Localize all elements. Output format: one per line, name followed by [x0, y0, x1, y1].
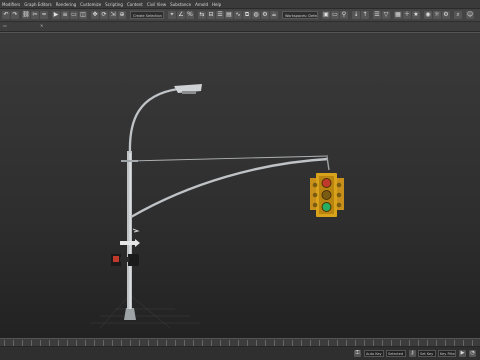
- bind-icon[interactable]: ≈: [40, 11, 48, 19]
- ribbon-toggle-icon[interactable]: ▭: [3, 23, 7, 28]
- move-icon[interactable]: ✥: [91, 11, 99, 19]
- search-icon[interactable]: ⌕: [454, 11, 462, 19]
- snap-icon[interactable]: ⌖: [168, 11, 176, 19]
- key-filters-button[interactable]: Key Filters...: [438, 350, 456, 357]
- ground-grid: [90, 294, 200, 329]
- span-cable: [129, 155, 329, 162]
- place-icon[interactable]: ⊕: [118, 11, 126, 19]
- rotate-icon[interactable]: ⟳: [100, 11, 108, 19]
- curve-editor-icon[interactable]: ∿: [234, 11, 242, 19]
- rect-select-icon[interactable]: ▭: [70, 11, 78, 19]
- amber-lamp: [321, 190, 332, 200]
- undo-icon[interactable]: ↶: [2, 11, 10, 19]
- red-lamp: [321, 178, 332, 188]
- small-bracket: [132, 228, 140, 233]
- user-icon[interactable]: ☺: [466, 11, 474, 19]
- key-mode-icon[interactable]: ⚿: [354, 350, 361, 357]
- pedestrian-signal: [111, 254, 139, 266]
- set-key-button[interactable]: Set Key: [418, 350, 436, 357]
- set-key-icon[interactable]: ⚷: [409, 350, 416, 357]
- menu-item-graph-editors[interactable]: Graph Editors: [24, 0, 51, 8]
- window-crossing-icon[interactable]: ◫: [79, 11, 87, 19]
- schematic-icon[interactable]: ⧉: [243, 11, 251, 19]
- material-editor-icon[interactable]: ◍: [252, 11, 260, 19]
- camera-icon[interactable]: ◉: [424, 11, 432, 19]
- menu-item-help[interactable]: Help: [212, 0, 221, 8]
- ribbon-bar: ▭ ×: [0, 22, 480, 32]
- layers-icon[interactable]: ☰: [216, 11, 224, 19]
- perspective-viewport[interactable]: [0, 32, 480, 340]
- green-lamp: [321, 202, 332, 212]
- selected-dropdown[interactable]: Selected: [386, 350, 406, 357]
- timeline-slider[interactable]: [0, 338, 480, 346]
- traffic-light-scene: [90, 84, 344, 329]
- main-toolbar: ↶ ↷ ⛓ ✂ ≈ ▶ ≡ ▭ ◫ ✥ ⟳ ⇲ ⊕ Create Selecti…: [0, 9, 480, 22]
- play-icon[interactable]: ▶: [459, 350, 466, 357]
- unlink-icon[interactable]: ✂: [31, 11, 39, 19]
- settings-icon[interactable]: ⚙: [442, 11, 450, 19]
- menu-item-customize[interactable]: Customize: [80, 0, 101, 8]
- plus-icon[interactable]: ＋: [403, 11, 411, 19]
- menu-item-civil-view[interactable]: Civil View: [147, 0, 166, 8]
- star-icon[interactable]: ★: [412, 11, 420, 19]
- render-icon[interactable]: ☕: [270, 11, 278, 19]
- render-setup-icon[interactable]: ⚙: [261, 11, 269, 19]
- pin-icon[interactable]: ⚲: [340, 11, 348, 19]
- menu-item-rendering[interactable]: Rendering: [56, 0, 76, 8]
- scale-icon[interactable]: ⇲: [109, 11, 117, 19]
- lamp-arm: [128, 87, 179, 154]
- status-bar: ⚿ Auto Key Selected ⚷ Set Key Key Filter…: [0, 346, 480, 360]
- scene-explorer-icon[interactable]: ▤: [225, 11, 233, 19]
- list-icon[interactable]: ☰: [373, 11, 381, 19]
- menu-item-arnold[interactable]: Arnold: [195, 0, 208, 8]
- select-by-name-icon[interactable]: ≡: [61, 11, 69, 19]
- signal-arm: [130, 157, 329, 219]
- select-icon[interactable]: ▶: [52, 11, 60, 19]
- folder-icon[interactable]: ▭: [331, 11, 339, 19]
- menu-item-content[interactable]: Content: [127, 0, 143, 8]
- workspace-dropdown[interactable]: Workspaces: Default: [282, 11, 318, 19]
- menu-item-modifiers[interactable]: Modifiers: [2, 0, 20, 8]
- arrow-up-icon[interactable]: ↑: [361, 11, 369, 19]
- menu-item-substance[interactable]: Substance: [170, 0, 191, 8]
- menu-item-scripting[interactable]: Scripting: [105, 0, 123, 8]
- menu-bar: Modifiers Graph Editors Rendering Custom…: [0, 0, 480, 9]
- traffic-signal: [310, 173, 344, 217]
- align-icon[interactable]: ⊟: [207, 11, 215, 19]
- mirror-icon[interactable]: ⇆: [198, 11, 206, 19]
- ribbon-close-icon[interactable]: ×: [40, 23, 43, 28]
- arrow-down-icon[interactable]: ↓: [352, 11, 360, 19]
- time-config-icon[interactable]: ◔: [469, 350, 476, 357]
- project-icon[interactable]: ▣: [322, 11, 330, 19]
- auto-key-button[interactable]: Auto Key: [364, 350, 384, 357]
- filter-icon[interactable]: ▽: [382, 11, 390, 19]
- link-icon[interactable]: ⛓: [22, 11, 30, 19]
- selection-set-dropdown[interactable]: Create Selection Se...: [130, 11, 164, 19]
- light-icon[interactable]: ☼: [433, 11, 441, 19]
- angle-snap-icon[interactable]: ∠: [177, 11, 185, 19]
- grid-icon[interactable]: ▦: [394, 11, 402, 19]
- percent-snap-icon[interactable]: %: [186, 11, 194, 19]
- redo-icon[interactable]: ↷: [11, 11, 19, 19]
- pole-base: [124, 308, 136, 320]
